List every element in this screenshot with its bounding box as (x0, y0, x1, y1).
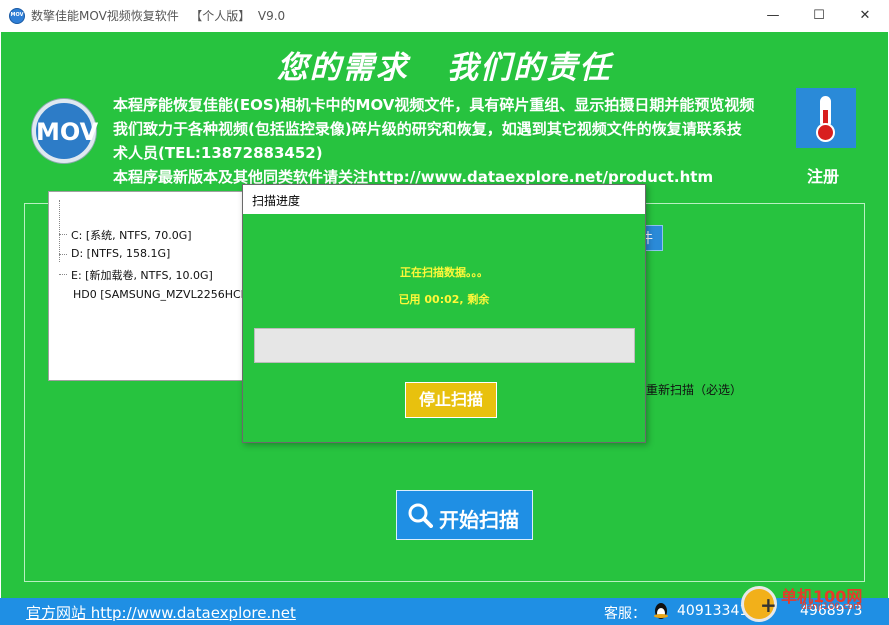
maximize-button[interactable]: ☐ (796, 0, 842, 32)
drive-item-hd0[interactable]: HD0 [SAMSUNG_MZVL2256HCHQ-0 (73, 288, 269, 301)
window-title: 数擎佳能MOV视频恢复软件 【个人版】 V9.0 (31, 9, 286, 23)
start-scan-label: 开始扫描 (439, 508, 519, 532)
tree-branch (59, 274, 67, 275)
thermometer-bulb (816, 123, 835, 142)
plus-icon: + (760, 593, 777, 617)
drive-item-d[interactable]: D: [NTFS, 158.1G] (71, 247, 170, 260)
scan-status: 正在扫描数据。。。 (400, 266, 488, 279)
service-label: 客服： (604, 606, 646, 622)
drive-list[interactable]: C: [系统, NTFS, 70.0G] D: [NTFS, 158.1G] E… (48, 191, 269, 381)
website-link[interactable]: 官方网站 http://www.dataexplore.net (26, 602, 296, 623)
info-line-3: 术人员(TEL:13872883452) (113, 144, 323, 162)
info-line-2: 我们致力于各种视频(包括监控录像)碎片级的研究和恢复，如遇到其它视频文件的恢复请… (113, 120, 742, 138)
watermark-logo: + (741, 586, 777, 622)
register-button[interactable] (796, 88, 856, 148)
info-line-1: 本程序能恢复佳能(EOS)相机卡中的MOV视频文件，具有碎片重组、显示拍摄日期并… (113, 96, 755, 114)
stop-scan-button[interactable]: 停止扫描 (405, 382, 497, 418)
tree-branch (59, 254, 67, 255)
minimize-button[interactable]: — (750, 0, 796, 32)
tree-branch (59, 234, 67, 235)
slogan: 您的需求 我们的责任 (276, 50, 613, 86)
rescan-option[interactable]: 重新扫描（必选） (646, 381, 742, 398)
app-icon-text: MOV (10, 12, 24, 18)
drive-item-e[interactable]: E: [新加载卷, NTFS, 10.0G] (71, 267, 213, 283)
tree-line (59, 200, 60, 262)
progress-bar (254, 328, 635, 363)
logo-text: MOV (36, 118, 99, 146)
elapsed-time: 已用 00:02, 剩余 (398, 293, 490, 306)
magnifier-icon (408, 503, 433, 528)
mov-logo: MOV (32, 99, 99, 163)
watermark-subtext: danji100.com (801, 602, 863, 612)
start-scan-button[interactable]: 开始扫描 (396, 490, 533, 540)
site-watermark: + 单机100网 danji100.com (735, 580, 885, 625)
drive-item-c[interactable]: C: [系统, NTFS, 70.0G] (71, 227, 192, 243)
close-button[interactable]: ✕ (842, 0, 888, 32)
register-label[interactable]: 注册 (807, 163, 839, 187)
scan-progress-dialog: 扫描进度 正在扫描数据。。。 已用 00:02, 剩余 停止扫描 (242, 184, 646, 443)
app-icon: MOV (9, 8, 25, 24)
dialog-title-bar: 扫描进度 (243, 185, 645, 214)
title-bar: MOV 数擎佳能MOV视频恢复软件 【个人版】 V9.0 — ☐ ✕ (0, 0, 889, 32)
dialog-title: 扫描进度 (252, 194, 301, 208)
qq-penguin-icon (654, 603, 668, 619)
